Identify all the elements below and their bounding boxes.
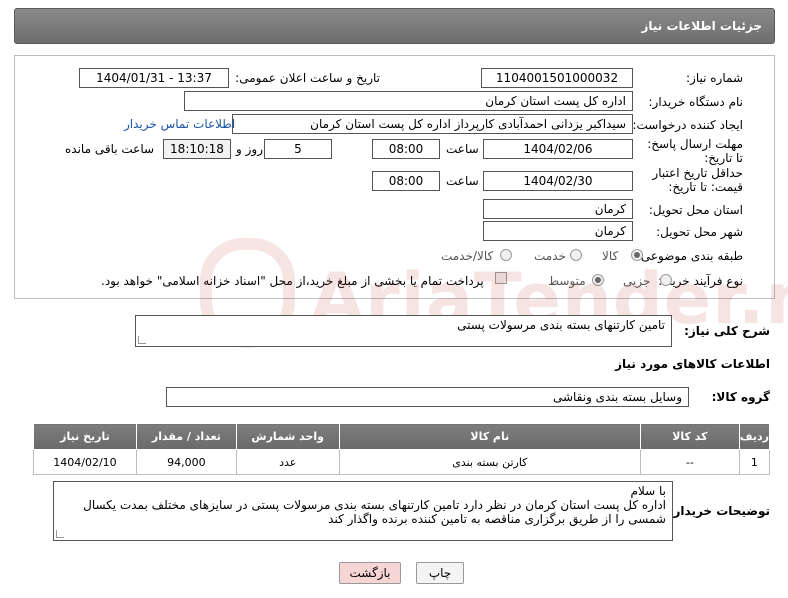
summary-label: شرح کلی نیاز: [684, 324, 770, 338]
buyer-org-field: اداره کل پست استان کرمان [184, 91, 633, 111]
back-button[interactable]: بازگشت [339, 562, 401, 584]
remaining-time-field: 18:10:18 [163, 139, 231, 159]
announce-label: تاریخ و ساعت اعلان عمومی: [235, 71, 380, 85]
cell-goods-code: -- [639, 449, 740, 475]
cell-need-date: 1404/02/10 [33, 449, 137, 475]
buyer-notes-label: توضیحات خریدار: [668, 504, 770, 518]
deadline-label: مهلت ارسال پاسخ: تا تاریخ: [647, 137, 743, 165]
treasury-payment-checkbox[interactable] [495, 272, 507, 284]
remaining-label: ساعت باقی مانده [65, 142, 155, 156]
purchase-radio-minor[interactable] [660, 274, 672, 286]
validity-date-field: 1404/02/30 [483, 171, 633, 191]
cell-unit: عدد [235, 449, 340, 475]
category-radio-service[interactable] [570, 249, 582, 261]
validity-time-field: 08:00 [372, 171, 440, 191]
resize-grip-icon [56, 530, 64, 538]
table-header-row: ردیف کد کالا نام کالا واحد شمارش تعداد /… [33, 423, 771, 450]
purchase-option-minor: جزیی [623, 274, 651, 288]
purchase-radio-medium[interactable] [592, 274, 604, 286]
cell-goods-name: کارتن بسته بندی [338, 449, 641, 475]
goods-section-title: اطلاعات کالاهای مورد نیاز [615, 357, 770, 371]
buyer-org-label: نام دستگاه خریدار: [648, 95, 744, 109]
buyer-notes-line-1: با سلام [630, 484, 666, 498]
col-header-goods-name: نام کالا [338, 423, 641, 450]
goods-group-label: گروه کالا: [711, 390, 770, 404]
page-header: جزئیات اطلاعات نیاز [14, 8, 775, 44]
need-number-field: 1104001501000032 [481, 68, 633, 88]
requester-label: ایجاد کننده درخواست: [632, 118, 743, 132]
resize-grip-icon [138, 336, 146, 344]
city-field: کرمان [483, 221, 633, 241]
deadline-time-field: 08:00 [372, 139, 440, 159]
validity-time-label: ساعت [446, 174, 479, 188]
category-radio-goods[interactable] [631, 249, 643, 261]
page-title: جزئیات اطلاعات نیاز [641, 19, 762, 33]
category-option-service: خدمت [534, 249, 566, 263]
category-radio-goods-service[interactable] [500, 249, 512, 261]
goods-group-field: وسایل بسته بندی ونقاشی [166, 387, 689, 407]
category-option-goods-service: کالا/خدمت [441, 249, 494, 263]
purchase-option-medium: متوسط [548, 274, 586, 288]
category-option-goods: کالا [602, 249, 619, 263]
col-header-goods-code: کد کالا [639, 423, 740, 450]
announce-datetime-field: 1404/01/31 - 13:37 [79, 68, 229, 88]
cell-quantity: 94,000 [135, 449, 237, 475]
col-header-quantity: تعداد / مقدار [135, 423, 237, 450]
goods-table: ردیف کد کالا نام کالا واحد شمارش تعداد /… [33, 423, 771, 475]
validity-label: حداقل تاریخ اعتبار قیمت: تا تاریخ: [652, 166, 743, 194]
print-button[interactable]: چاپ [416, 562, 464, 584]
col-header-unit: واحد شمارش [235, 423, 340, 450]
buyer-notes-line-3: شمسی را از طریق برگزاری مناقصه به تامین … [328, 512, 666, 526]
requester-field: سیداکبر یزدانی احمدآبادی کارپرداز اداره … [232, 114, 633, 134]
deadline-time-label: ساعت [446, 142, 479, 156]
col-header-row-number: ردیف [738, 423, 771, 450]
days-label: روز و [236, 142, 263, 156]
need-number-label: شماره نیاز: [686, 71, 743, 85]
city-label: شهر محل تحویل: [656, 225, 743, 239]
treasury-payment-note: پرداخت تمام یا بخشی از مبلغ خرید،از محل … [101, 274, 484, 288]
summary-text: تامین کارتنهای بسته بندی مرسولات پستی [457, 318, 665, 332]
buyer-notes-line-2: اداره کل پست استان کرمان در نظر دارد تام… [83, 498, 666, 512]
summary-textarea[interactable]: تامین کارتنهای بسته بندی مرسولات پستی [135, 315, 672, 347]
province-field: کرمان [483, 199, 633, 219]
deadline-date-field: 1404/02/06 [483, 139, 633, 159]
table-row[interactable]: 1 -- کارتن بسته بندی عدد 94,000 1404/02/… [33, 449, 771, 475]
days-field: 5 [264, 139, 332, 159]
cell-row-number: 1 [738, 449, 771, 475]
buyer-contact-link[interactable]: اطلاعات تماس خریدار [124, 117, 235, 131]
buyer-notes-textarea[interactable]: با سلام اداره کل پست استان کرمان در نظر … [53, 481, 673, 541]
province-label: استان محل تحویل: [648, 203, 743, 217]
category-label: طبقه بندی موضوعی: [636, 249, 743, 263]
col-header-need-date: تاریخ نیاز [33, 423, 137, 450]
